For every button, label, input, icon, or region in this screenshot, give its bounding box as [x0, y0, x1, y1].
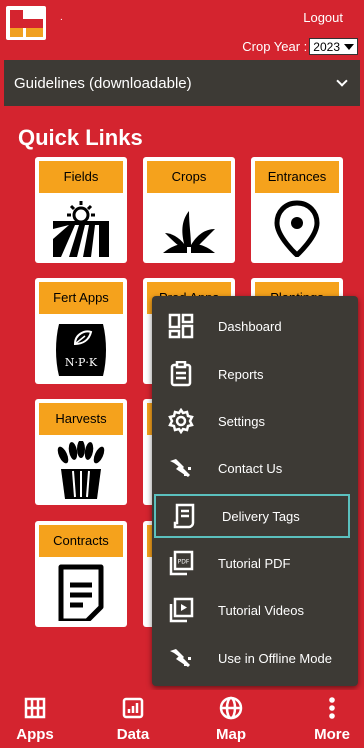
tile-label: Contracts: [39, 525, 123, 557]
globe-icon: [196, 690, 266, 726]
tile-label: Fert Apps: [39, 282, 123, 314]
clipboard-icon: [168, 361, 194, 387]
menu-item-delivery-tags[interactable]: Delivery Tags: [154, 494, 350, 538]
handshake-icon: [168, 455, 194, 481]
dashboard-icon: [168, 313, 194, 339]
menu-item-label: Contact Us: [218, 460, 283, 476]
bottom-nav: Apps Data Map More: [0, 690, 364, 748]
chevron-down-icon: [336, 75, 348, 87]
menu-item-label: Use in Offline Mode: [218, 650, 332, 666]
tile-label: Crops: [147, 161, 231, 193]
tile-harvests[interactable]: Harvests: [35, 399, 127, 505]
pdf-icon: PDF: [168, 550, 194, 576]
more-vertical-icon: [297, 690, 364, 726]
fertilizer-bag-icon: N·P·K: [56, 324, 106, 376]
menu-item-settings[interactable]: Settings: [152, 399, 358, 443]
document-icon: [58, 564, 104, 621]
tile-contracts[interactable]: Contracts: [35, 521, 127, 627]
svg-text:PDF: PDF: [178, 559, 190, 566]
guidelines-label: Guidelines (downloadable): [14, 74, 192, 92]
nav-label: Apps: [16, 726, 54, 743]
quick-links-title: Quick Links: [18, 125, 143, 150]
npk-text: N·P·K: [65, 356, 98, 369]
menu-item-contact-us[interactable]: Contact Us: [152, 446, 358, 490]
nav-apps[interactable]: Apps: [0, 690, 70, 748]
crop-year-value: 2023: [313, 39, 340, 54]
top-bar: . Logout Crop Year : 2023: [0, 0, 364, 58]
video-library-icon: [168, 597, 194, 623]
nav-data[interactable]: Data: [98, 690, 168, 748]
menu-item-tutorial-pdf[interactable]: PDF Tutorial PDF: [152, 541, 358, 585]
chart-icon: [98, 690, 168, 726]
nav-map[interactable]: Map: [196, 690, 266, 748]
menu-item-label: Delivery Tags: [222, 508, 300, 524]
grid-icon: [0, 690, 70, 726]
crop-year-label: Crop Year :: [242, 39, 308, 54]
tile-fields[interactable]: Fields: [35, 157, 127, 263]
menu-item-label: Tutorial PDF: [218, 555, 291, 571]
tile-crops[interactable]: Crops: [143, 157, 235, 263]
wheat-basket-icon: [57, 441, 105, 499]
header-dot: .: [60, 12, 63, 23]
handshake-icon: [168, 645, 194, 671]
more-menu: Dashboard Reports Settings Contact Us De…: [152, 296, 358, 686]
field-icon: [53, 201, 109, 257]
tile-label: Fields: [39, 161, 123, 193]
menu-item-dashboard[interactable]: Dashboard: [152, 304, 358, 348]
receipt-icon: [172, 503, 198, 529]
tile-entrances[interactable]: Entrances: [251, 157, 343, 263]
menu-item-label: Settings: [218, 413, 265, 429]
nav-label: Data: [116, 726, 150, 743]
tile-label: Harvests: [39, 403, 123, 435]
menu-item-label: Dashboard: [218, 318, 282, 334]
crop-sprout-icon: [163, 211, 215, 253]
crop-year-selector: Crop Year : 2023: [242, 38, 358, 55]
guidelines-expander[interactable]: Guidelines (downloadable): [4, 60, 360, 106]
nav-label: More: [314, 726, 350, 743]
menu-item-reports[interactable]: Reports: [152, 352, 358, 396]
location-pin-icon: [274, 200, 320, 257]
menu-item-offline-mode[interactable]: Use in Offline Mode: [152, 636, 358, 680]
tile-fert-apps[interactable]: Fert Apps N·P·K: [35, 278, 127, 384]
tile-label: Entrances: [255, 161, 339, 193]
menu-item-label: Reports: [218, 366, 264, 382]
menu-item-tutorial-videos[interactable]: Tutorial Videos: [152, 588, 358, 632]
nav-more[interactable]: More: [297, 690, 364, 748]
logout-link[interactable]: Logout: [303, 10, 343, 25]
crop-year-dropdown[interactable]: 2023: [309, 38, 358, 55]
gear-icon: [168, 408, 194, 434]
app-logo: [6, 6, 46, 40]
menu-item-label: Tutorial Videos: [218, 602, 304, 618]
dropdown-arrow-icon: [344, 43, 354, 50]
nav-label: Map: [216, 726, 246, 743]
